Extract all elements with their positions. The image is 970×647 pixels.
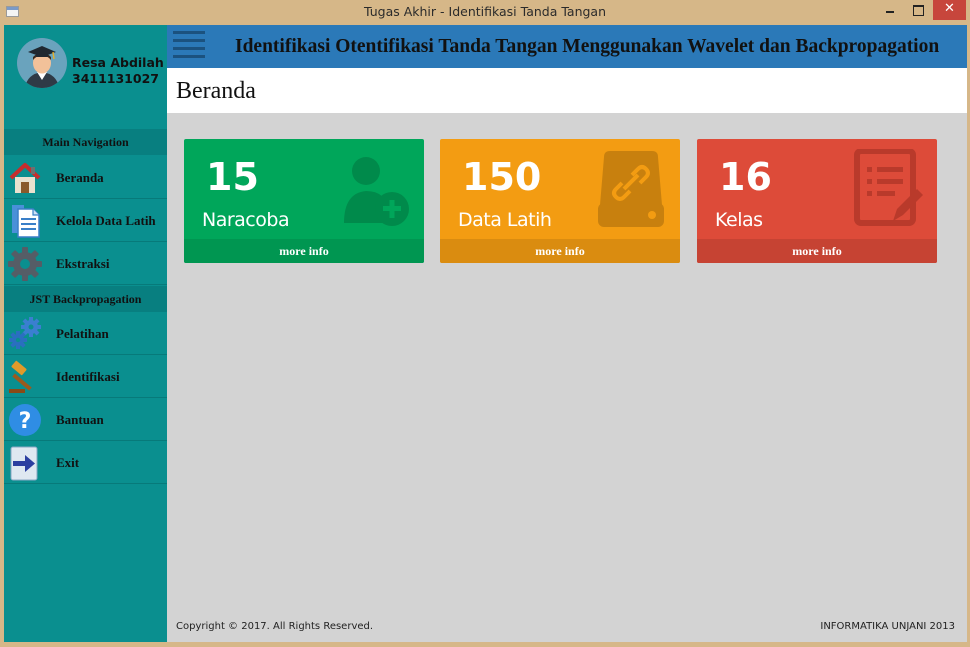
- gear-icon: [7, 246, 43, 282]
- close-button[interactable]: ✕: [933, 0, 966, 20]
- section-jst-backpropagation: JST Backpropagation: [4, 286, 167, 312]
- sidebar-item-exit[interactable]: Exit: [4, 441, 167, 484]
- card-count: 150: [462, 155, 542, 199]
- exit-arrow-icon: [7, 445, 43, 481]
- footer-copyright: Copyright © 2017. All Rights Reserved.: [176, 621, 374, 632]
- sidebar-item-kelola-data-latih[interactable]: Kelola Data Latih: [4, 199, 167, 242]
- sidebar-item-label: Bantuan: [56, 412, 104, 427]
- sidebar: Resa Abdilah 3411131027 Main Navigation …: [4, 25, 167, 642]
- card-count: 16: [719, 155, 772, 199]
- more-info-link[interactable]: more info: [697, 239, 937, 263]
- svg-text:?: ?: [19, 409, 32, 434]
- sidebar-item-label: Exit: [56, 455, 80, 470]
- more-info-link[interactable]: more info: [184, 239, 424, 263]
- page-title: Beranda: [176, 78, 256, 104]
- card-kelas: 16 Kelas more info: [697, 139, 937, 263]
- user-id-number: 3411131027: [72, 71, 159, 86]
- card-count: 15: [206, 155, 259, 199]
- sidebar-item-label: Identifikasi: [56, 369, 120, 384]
- sidebar-item-pelatihan[interactable]: Pelatihan: [4, 312, 167, 355]
- app-title: Identifikasi Otentifikasi Tanda Tangan M…: [235, 36, 940, 57]
- app-header: Identifikasi Otentifikasi Tanda Tangan M…: [167, 25, 967, 68]
- graduate-avatar-icon: [17, 38, 67, 88]
- maximize-button[interactable]: [905, 0, 931, 20]
- sidebar-item-identifikasi[interactable]: Identifikasi: [4, 355, 167, 398]
- sidebar-item-bantuan[interactable]: ? Bantuan: [4, 398, 167, 441]
- card-label: Naracoba: [202, 209, 290, 231]
- card-data-latih: 150 Data Latih more info: [440, 139, 680, 263]
- sidebar-item-ekstraksi[interactable]: Ekstraksi: [4, 242, 167, 285]
- more-info-link[interactable]: more info: [440, 239, 680, 263]
- user-name: Resa Abdilah: [72, 55, 164, 70]
- database-link-icon: [596, 149, 666, 229]
- window-titlebar: Tugas Akhir - Identifikasi Tanda Tangan …: [0, 0, 970, 25]
- section-main-navigation: Main Navigation: [4, 129, 167, 155]
- gavel-icon: [7, 359, 43, 395]
- edit-list-icon: [853, 148, 923, 229]
- gears-icon: [7, 316, 43, 352]
- document-icon: [7, 203, 43, 239]
- card-label: Kelas: [715, 209, 763, 231]
- sidebar-item-label: Ekstraksi: [56, 256, 110, 271]
- footer-institution: INFORMATIKA UNJANI 2013: [820, 621, 955, 632]
- window-title: Tugas Akhir - Identifikasi Tanda Tangan: [363, 4, 607, 19]
- sidebar-item-label: Pelatihan: [56, 326, 109, 341]
- sidebar-item-label: Kelola Data Latih: [56, 213, 156, 228]
- app-frame: Resa Abdilah 3411131027 Main Navigation …: [4, 25, 967, 642]
- sidebar-item-label: Beranda: [56, 170, 104, 185]
- card-label: Data Latih: [458, 209, 552, 231]
- menu-toggle-icon[interactable]: [173, 29, 205, 63]
- user-profile: Resa Abdilah 3411131027: [4, 25, 167, 125]
- help-icon: ?: [7, 402, 43, 438]
- home-icon: [7, 160, 43, 196]
- page-header: Beranda: [167, 68, 967, 113]
- minimize-button[interactable]: [877, 0, 903, 20]
- card-naracoba: 15 Naracoba more info: [184, 139, 424, 263]
- sidebar-item-beranda[interactable]: Beranda: [4, 156, 167, 199]
- add-user-icon: [340, 149, 410, 229]
